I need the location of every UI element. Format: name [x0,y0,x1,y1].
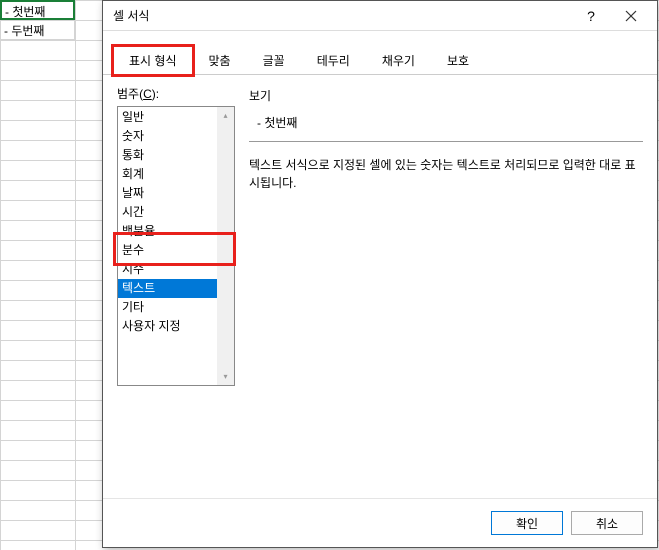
format-description: 텍스트 서식으로 지정된 셀에 있는 숫자는 텍스트로 처리되므로 입력한 대로… [249,156,643,192]
tab-strip: 표시 형식 맞춤 글꼴 테두리 채우기 보호 [103,31,657,75]
help-button[interactable]: ? [571,2,611,30]
cell-a1[interactable]: - 첫번째 [0,0,75,20]
ok-button[interactable]: 확인 [491,511,563,535]
dialog-title: 셀 서식 [113,7,571,24]
category-listbox[interactable]: 일반 숫자 통화 회계 날짜 시간 백분율 분수 지수 텍스트 기타 사용자 지… [117,106,235,386]
preview-label: 보기 [249,87,643,104]
scroll-up-icon[interactable]: ▴ [217,107,234,124]
tab-number-format[interactable]: 표시 형식 [113,46,193,75]
close-button[interactable] [611,2,651,30]
tab-alignment[interactable]: 맞춤 [193,46,247,75]
dialog-titlebar: 셀 서식 ? [103,1,657,31]
tab-font[interactable]: 글꼴 [247,46,301,75]
tab-protection[interactable]: 보호 [431,46,485,75]
format-cells-dialog: 셀 서식 ? 표시 형식 맞춤 글꼴 테두리 채우기 보호 범주(C): 일반 … [102,0,658,548]
close-icon [625,10,637,22]
preview-value: - 첫번째 [249,108,643,142]
scroll-down-icon[interactable]: ▾ [217,368,234,385]
tab-border[interactable]: 테두리 [301,46,366,75]
cell-a2[interactable]: - 두번째 [0,20,75,40]
scroll-track[interactable] [217,124,234,368]
dialog-body: 범주(C): 일반 숫자 통화 회계 날짜 시간 백분율 분수 지수 텍스트 기… [103,75,657,396]
tab-fill[interactable]: 채우기 [366,46,431,75]
dialog-footer: 확인 취소 [103,498,657,547]
listbox-scrollbar[interactable]: ▴ ▾ [217,107,234,385]
category-label: 범주(C): [117,85,235,102]
preview-column: 보기 - 첫번째 텍스트 서식으로 지정된 셀에 있는 숫자는 텍스트로 처리되… [249,85,643,386]
cancel-button[interactable]: 취소 [571,511,643,535]
category-column: 범주(C): 일반 숫자 통화 회계 날짜 시간 백분율 분수 지수 텍스트 기… [117,85,235,386]
